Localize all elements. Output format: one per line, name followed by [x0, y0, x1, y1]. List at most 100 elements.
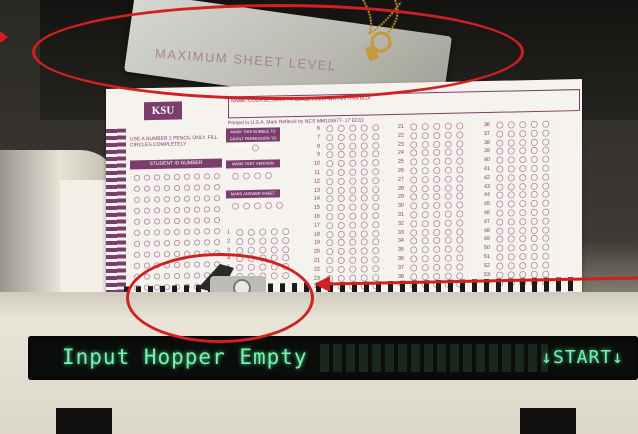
answer-bubbles-a-e — [408, 209, 468, 219]
question-number: 45 — [483, 201, 490, 208]
question-number: 21 — [313, 257, 320, 264]
question-number: 23 — [397, 141, 404, 148]
answer-bubbles-a-e — [408, 130, 468, 140]
question-number: 50 — [483, 245, 490, 252]
annotation-ring-sheet-level — [32, 4, 524, 100]
question-number: 38 — [483, 139, 490, 146]
question-number: 33 — [397, 229, 404, 236]
timing-band — [106, 128, 126, 305]
answer-bubbles-a-e — [408, 147, 468, 158]
question-number: 46 — [483, 209, 490, 217]
grant-permission-bubble — [250, 143, 262, 152]
question-number: 25 — [397, 158, 404, 166]
answer-bubbles-a-e — [324, 131, 384, 142]
question-number: 48 — [483, 227, 490, 234]
question-number: 17 — [313, 222, 320, 229]
answer-bubbles-a-e — [494, 233, 554, 244]
question-number: 29 — [397, 194, 404, 201]
answer-bubbles-a-e — [494, 137, 554, 147]
answer-bubbles-a-e — [324, 123, 384, 133]
display-dot-cells — [320, 344, 548, 372]
answer-bubbles-a-e — [494, 251, 554, 261]
answer-bubbles-a-e — [324, 211, 384, 221]
question-number: 11 — [314, 169, 320, 176]
annotation-arrow-left — [0, 31, 8, 43]
answer-bubbles-a-e — [324, 184, 384, 194]
answer-bubbles-a-e — [494, 242, 554, 253]
question-number: 21 — [397, 123, 404, 130]
answer-bubbles-a-e — [324, 149, 384, 159]
question-number: 6 — [316, 125, 320, 132]
question-number: 51 — [483, 253, 490, 261]
question-number: 12 — [313, 178, 320, 185]
question-number: 31 — [397, 211, 404, 218]
question-number: 47 — [483, 218, 490, 225]
question-number: 35 — [397, 246, 404, 254]
answer-bubbles-a-e — [324, 228, 384, 238]
question-number: 36 — [397, 255, 404, 262]
question-number: 2 — [226, 238, 230, 245]
grant-permission-header: MARK THIS BUBBLE TO GRANT PERMISSION TO … — [226, 127, 280, 148]
question-number: 28 — [397, 185, 404, 192]
answer-bubbles-a-e — [408, 253, 468, 263]
answer-bubbles-a-e — [408, 156, 468, 166]
question-number: 1 — [226, 229, 230, 236]
answer-bubbles-a-e — [324, 193, 384, 203]
answer-bubbles-a-e — [408, 218, 468, 228]
question-number: 30 — [397, 202, 404, 210]
question-number: 44 — [483, 192, 490, 199]
answer-bubbles-a-e — [408, 244, 468, 254]
question-number: 40 — [483, 157, 490, 164]
ksu-logo: KSU — [144, 101, 182, 121]
answer-bubbles-a-e — [494, 128, 554, 138]
answer-bubbles-a-e — [494, 163, 554, 173]
question-number: 27 — [397, 176, 404, 183]
test-version-bubbles — [230, 171, 274, 181]
answer-bubbles-a-e — [324, 140, 384, 151]
question-number: 15 — [313, 204, 320, 211]
vfd-status-display: Input Hopper Empty ↓START↓ — [28, 336, 638, 380]
question-number: 39 — [483, 148, 490, 155]
answer-bubbles-a-e — [494, 172, 554, 182]
answer-bubbles-a-e — [324, 255, 384, 265]
pencil-instructions: USE A NUMBER 2 PENCIL ONLY. FILL CIRCLES… — [130, 134, 218, 149]
student-id-header: STUDENT ID NUMBER — [130, 158, 222, 170]
answer-bubbles-a-e — [324, 246, 384, 256]
question-number: 10 — [313, 160, 320, 167]
answer-bubbles-a-e — [408, 182, 468, 193]
answer-bubbles-a-e — [234, 227, 294, 237]
status-message: Input Hopper Empty — [62, 345, 308, 369]
question-number: 7 — [316, 134, 320, 141]
start-indicator: ↓START↓ — [541, 347, 624, 368]
answer-bubbles-a-e — [324, 167, 384, 177]
question-number: 16 — [313, 213, 320, 220]
annotation-ring-clip — [126, 253, 314, 343]
answer-bubbles-a-e — [494, 154, 554, 165]
question-number: 22 — [397, 132, 404, 139]
question-number: 24 — [397, 150, 404, 157]
answer-bubbles-a-e — [494, 216, 554, 226]
answer-bubbles-a-e — [408, 121, 468, 131]
answer-bubbles-a-e — [494, 189, 554, 200]
answer-bubbles-a-e — [324, 175, 384, 186]
scanner-foot-left — [56, 408, 112, 434]
answer-bubbles-a-e — [408, 262, 468, 272]
answer-bubbles-a-e — [408, 191, 468, 202]
answer-bubbles-a-e — [494, 207, 554, 217]
answer-bubbles-a-e — [408, 226, 468, 237]
question-number: 26 — [397, 167, 404, 174]
question-number: 52 — [483, 262, 490, 269]
question-number: 43 — [483, 183, 490, 190]
question-number: 36 — [483, 121, 490, 129]
question-number: 19 — [313, 239, 320, 246]
answer-bubbles-a-e — [408, 165, 468, 175]
answer-bubbles-a-e — [324, 202, 384, 212]
answer-bubbles-a-e — [494, 119, 554, 129]
answer-bubbles-a-e — [324, 237, 384, 247]
answer-bubbles-a-e — [408, 174, 468, 184]
scanner-photo: MAXIMUM SHEET LEVEL KSU NAME, COURSE, DA… — [0, 0, 638, 434]
answer-bubbles-a-e — [408, 138, 468, 149]
question-number: 8 — [316, 143, 320, 150]
answer-bubbles-a-e — [408, 200, 468, 210]
question-number: 18 — [313, 231, 320, 238]
